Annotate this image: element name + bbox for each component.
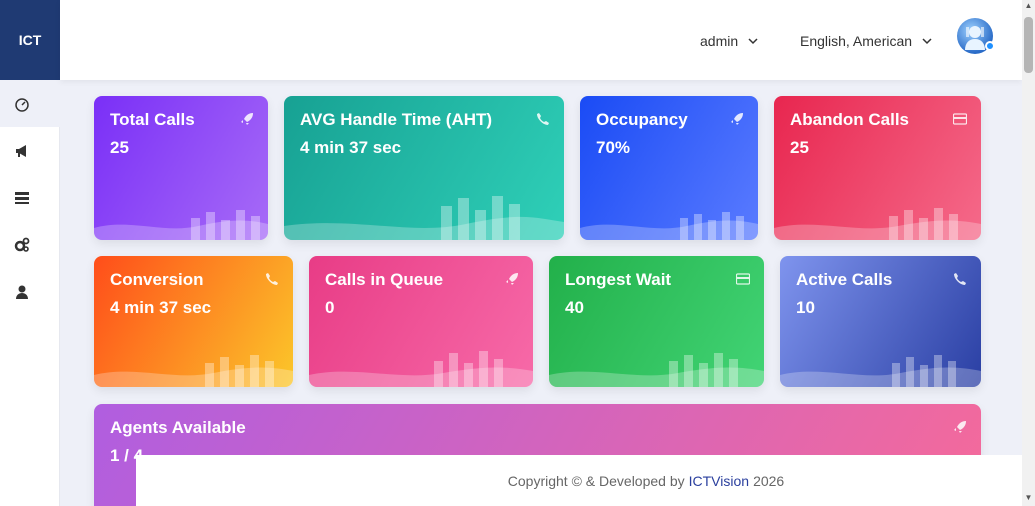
card-value: 70% — [596, 138, 631, 157]
card-title: Total Calls — [110, 110, 195, 129]
card-title: Conversion — [110, 270, 204, 289]
rocket-icon — [241, 113, 253, 125]
card-bars — [441, 196, 520, 240]
card-title: Occupancy — [596, 110, 688, 129]
user-dropdown[interactable]: admin — [700, 33, 758, 49]
gears-icon — [14, 237, 30, 252]
card-total-calls[interactable]: Total Calls 25 — [94, 96, 268, 240]
card-icon — [953, 113, 967, 125]
card-value: 10 — [796, 298, 815, 317]
card-active-calls[interactable]: Active Calls 10 — [780, 256, 981, 387]
card-title: Active Calls — [796, 270, 893, 289]
scroll-down-arrow[interactable]: ▼ — [1024, 494, 1033, 502]
card-title: Abandon Calls — [790, 110, 910, 129]
rocket-icon — [954, 421, 966, 433]
card-longest-wait[interactable]: Longest Wait 40 — [549, 256, 764, 387]
footer: Copyright © & Developed by ICTVision 202… — [136, 455, 1022, 506]
rocket-icon — [506, 273, 518, 285]
card-wave — [284, 216, 564, 240]
card-value: 25 — [790, 138, 809, 157]
card-value: 4 min 37 sec — [110, 298, 212, 317]
sidebar: ICT — [0, 0, 60, 506]
megaphone-icon — [16, 144, 26, 157]
list-icon — [15, 191, 29, 204]
card-bars — [892, 355, 956, 387]
sidebar-item-campaigns[interactable] — [0, 127, 60, 174]
rocket-icon — [731, 113, 743, 125]
card-value: 25 — [110, 138, 129, 157]
card-bars — [205, 355, 274, 387]
user-icon — [16, 285, 28, 299]
online-status-dot — [985, 41, 995, 51]
sidebar-item-dashboard[interactable] — [0, 80, 60, 127]
scroll-thumb[interactable] — [1024, 17, 1033, 73]
dashboard-icon — [15, 97, 29, 112]
card-bars — [669, 353, 738, 387]
card-title: Calls in Queue — [325, 270, 444, 289]
footer-brand-link[interactable]: ICTVision — [689, 473, 749, 489]
app-logo[interactable]: ICT — [0, 0, 60, 80]
card-calls-in-queue[interactable]: Calls in Queue 0 — [309, 256, 533, 387]
card-conversion[interactable]: Conversion 4 min 37 sec — [94, 256, 293, 387]
card-title: Longest Wait — [565, 270, 672, 289]
card-bars — [191, 210, 260, 240]
card-title: AVG Handle Time (AHT) — [300, 110, 493, 129]
phone-icon — [266, 273, 278, 285]
card-title: Agents Available — [110, 418, 246, 437]
chevron-down-icon — [922, 38, 932, 45]
language-dropdown[interactable]: English, American — [800, 33, 932, 49]
page-scrollbar[interactable]: ▲ ▼ — [1022, 0, 1035, 506]
sidebar-item-settings[interactable] — [0, 221, 60, 268]
card-avg-handle-time[interactable]: AVG Handle Time (AHT) 4 min 37 sec — [284, 96, 564, 240]
card-bars — [680, 212, 744, 240]
phone-icon — [954, 273, 966, 285]
card-value: 4 min 37 sec — [300, 138, 402, 157]
user-dropdown-label: admin — [700, 33, 739, 49]
card-bars — [889, 208, 958, 240]
language-dropdown-label: English, American — [800, 33, 913, 49]
card-value: 40 — [565, 298, 584, 317]
phone-icon — [537, 113, 549, 125]
card-abandon-calls[interactable]: Abandon Calls 25 — [774, 96, 981, 240]
card-value: 0 — [325, 298, 335, 317]
chevron-down-icon — [748, 38, 758, 45]
sidebar-item-users[interactable] — [0, 268, 60, 315]
card-occupancy[interactable]: Occupancy 70% — [580, 96, 758, 240]
footer-copyright: Copyright © & Developed by — [507, 472, 685, 489]
card-icon — [736, 273, 750, 285]
card-bars — [434, 351, 503, 387]
footer-year: 2026 — [753, 472, 785, 489]
scroll-up-arrow[interactable]: ▲ — [1024, 2, 1033, 10]
top-bar: admin English, American — [60, 0, 1022, 80]
sidebar-item-lists[interactable] — [0, 174, 60, 221]
